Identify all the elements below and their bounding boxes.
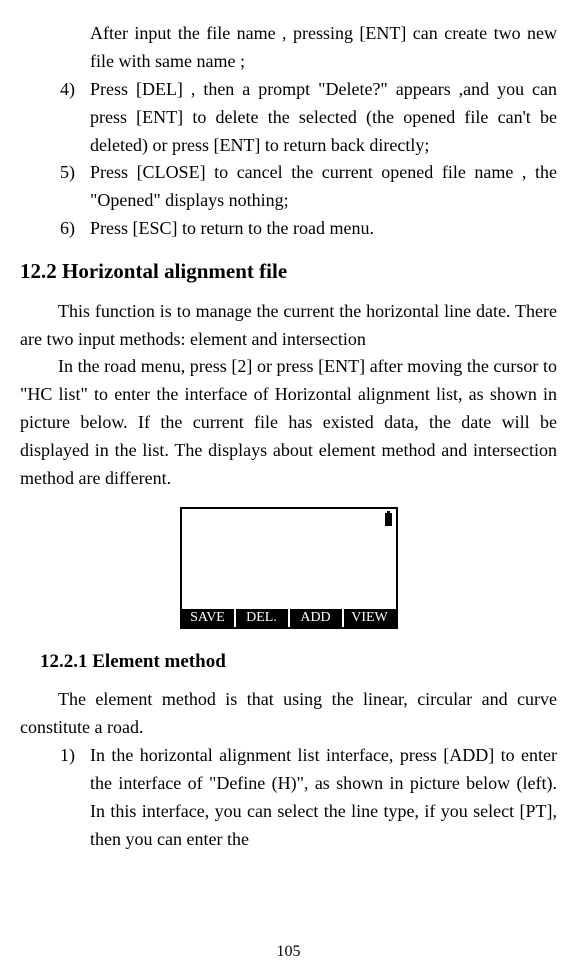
list-text: Press [ESC] to return to the road menu.: [90, 215, 557, 243]
list-text: Press [CLOSE] to cancel the current open…: [90, 159, 557, 215]
device-screen: [182, 509, 396, 609]
paragraph: The element method is that using the lin…: [20, 686, 557, 742]
paragraph: In the road menu, press [2] or press [EN…: [20, 353, 557, 492]
list-number: 6): [60, 215, 90, 243]
list-item-5: 5) Press [CLOSE] to cancel the current o…: [60, 159, 557, 215]
list-number: 1): [60, 742, 90, 854]
continuation-text: After input the file name , pressing [EN…: [90, 20, 557, 76]
heading-12-2-1: 12.2.1 Element method: [40, 647, 557, 676]
list-text: In the horizontal alignment list interfa…: [90, 742, 557, 854]
battery-icon: [385, 513, 392, 526]
list-item-6: 6) Press [ESC] to return to the road men…: [60, 215, 557, 243]
list-number: 5): [60, 159, 90, 215]
del-button[interactable]: DEL.: [236, 609, 290, 627]
add-button[interactable]: ADD: [290, 609, 344, 627]
view-button[interactable]: VIEW: [344, 609, 396, 627]
list-text: Press [DEL] , then a prompt "Delete?" ap…: [90, 76, 557, 160]
heading-12-2: 12.2 Horizontal alignment file: [20, 255, 557, 288]
page-number: 105: [0, 940, 577, 965]
save-button[interactable]: SAVE: [182, 609, 236, 627]
device-button-row: SAVE DEL. ADD VIEW: [182, 609, 396, 627]
list-number: 4): [60, 76, 90, 160]
device-screenshot: SAVE DEL. ADD VIEW: [180, 507, 398, 629]
list-item-4: 4) Press [DEL] , then a prompt "Delete?"…: [60, 76, 557, 160]
list-item-1: 1) In the horizontal alignment list inte…: [60, 742, 557, 854]
paragraph: This function is to manage the current t…: [20, 298, 557, 354]
